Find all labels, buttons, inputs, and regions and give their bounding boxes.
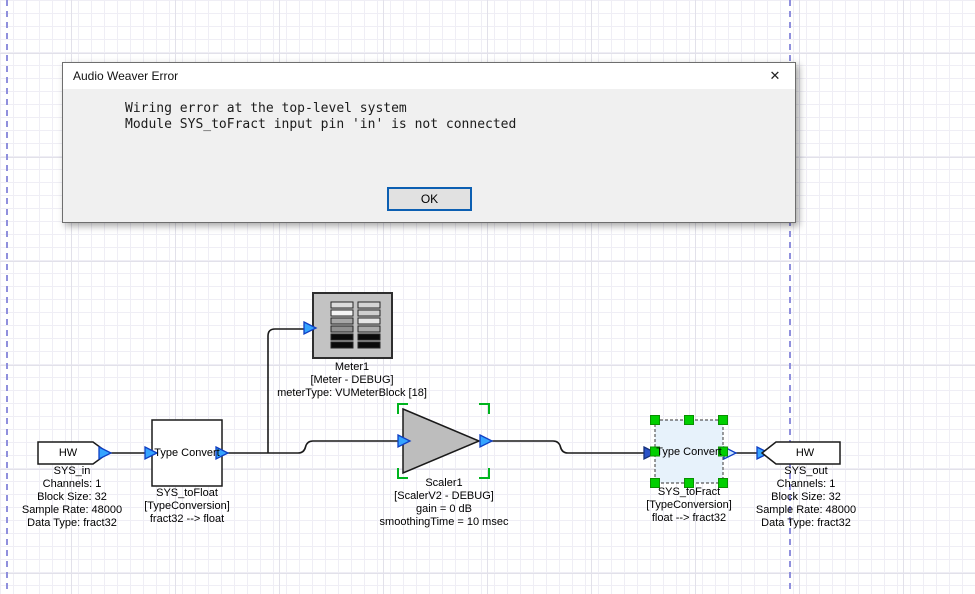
sys-in-caption: SYS_in Channels: 1 Block Size: 32 Sample… [22,465,122,530]
block-prop: [TypeConversion] [646,499,732,512]
block-prop: [Meter - DEBUG] [277,374,427,387]
meter1-caption: Meter1 [Meter - DEBUG] meterType: VUMete… [277,361,427,400]
scaler-output-pin[interactable] [480,435,492,447]
block-prop: Channels: 1 [756,478,856,491]
error-message-line1: Wiring error at the top-level system [125,101,795,117]
block-name: Scaler1 [380,477,509,490]
block-prop: Block Size: 32 [756,491,856,504]
block-name: SYS_out [756,465,856,478]
block-prop: gain = 0 dB [380,503,509,516]
sys-tofract-caption: SYS_toFract [TypeConversion] float --> f… [646,486,732,525]
block-name: SYS_toFloat [144,487,230,500]
sys-in-shape-label: HW [38,446,98,460]
scaler1-block[interactable] [403,409,479,473]
block-prop: [TypeConversion] [144,500,230,513]
sys-out-shape-label: HW [772,446,838,460]
sys-out-caption: SYS_out Channels: 1 Block Size: 32 Sampl… [756,465,856,530]
block-prop: [ScalerV2 - DEBUG] [380,490,509,503]
sys-tofloat-caption: SYS_toFloat [TypeConversion] fract32 -->… [144,487,230,526]
meter1-block[interactable] [313,293,392,358]
close-icon[interactable]: ✕ [755,63,795,89]
block-name: Meter1 [277,361,427,374]
sys-tofract-shape-label: Type Convert [655,427,723,477]
error-dialog: Audio Weaver Error ✕ Wiring error at the… [62,62,796,223]
wire-scaler-tofract[interactable] [480,441,648,453]
block-prop: Data Type: fract32 [756,517,856,530]
error-message-line2: Module SYS_toFract input pin 'in' is not… [125,117,795,133]
dialog-titlebar[interactable]: Audio Weaver Error ✕ [63,63,795,89]
block-prop: Sample Rate: 48000 [756,504,856,517]
dialog-message: Wiring error at the top-level system Mod… [63,89,795,133]
block-name: SYS_in [22,465,122,478]
block-prop: smoothingTime = 10 msec [380,516,509,529]
scaler1-caption: Scaler1 [ScalerV2 - DEBUG] gain = 0 dB s… [380,477,509,529]
block-prop: Data Type: fract32 [22,517,122,530]
schematic-canvas[interactable]: HW Type Convert Type Convert HW SYS_in C… [0,0,975,594]
ok-button[interactable]: OK [387,187,472,211]
dialog-title: Audio Weaver Error [73,69,178,83]
sys-in-output-pin[interactable] [99,447,111,459]
block-prop: float --> fract32 [646,512,732,525]
block-name: SYS_toFract [646,486,732,499]
block-prop: Sample Rate: 48000 [22,504,122,517]
block-prop: meterType: VUMeterBlock [18] [277,387,427,400]
block-prop: Block Size: 32 [22,491,122,504]
wire-tofloat-scaler[interactable] [222,441,399,453]
block-prop: Channels: 1 [22,478,122,491]
sys-tofloat-shape-label: Type Convert [152,427,222,479]
block-prop: fract32 --> float [144,513,230,526]
